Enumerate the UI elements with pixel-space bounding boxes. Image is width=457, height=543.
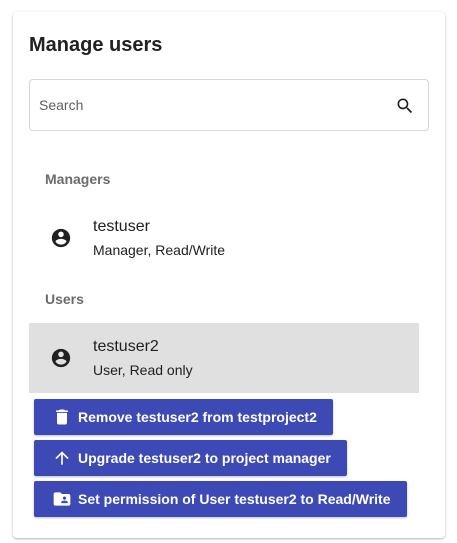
upgrade-user-button[interactable]: Upgrade testuser2 to project manager (34, 440, 347, 476)
account-circle-icon (51, 348, 71, 368)
user-name: testuser2 (93, 338, 159, 355)
page-title: Manage users (29, 34, 163, 56)
user-role: Manager, Read/Write (93, 242, 226, 258)
remove-user-label: Remove testuser2 from testproject2 (78, 409, 317, 425)
user-name: testuser (93, 218, 150, 235)
managers-section-label: Managers (45, 171, 111, 187)
account-circle-icon (51, 228, 71, 248)
manage-users-card: Manage users Managers testuser Manager, … (13, 12, 445, 538)
user-role: User, Read only (93, 362, 193, 378)
search-icon[interactable] (395, 96, 415, 116)
trash-icon (56, 409, 68, 425)
upgrade-user-label: Upgrade testuser2 to project manager (78, 450, 331, 466)
search-input[interactable] (39, 80, 379, 130)
folder-shared-icon (53, 492, 71, 506)
user-list-item[interactable]: testuser2 User, Read only (29, 323, 419, 393)
set-permission-label: Set permission of User testuser2 to Read… (78, 491, 391, 507)
remove-user-button[interactable]: Remove testuser2 from testproject2 (34, 399, 333, 435)
set-permission-button[interactable]: Set permission of User testuser2 to Read… (34, 481, 407, 517)
search-box[interactable] (29, 79, 429, 131)
manager-list-item[interactable]: testuser Manager, Read/Write (29, 203, 419, 273)
users-section-label: Users (45, 291, 84, 307)
arrow-up-icon (55, 451, 69, 465)
